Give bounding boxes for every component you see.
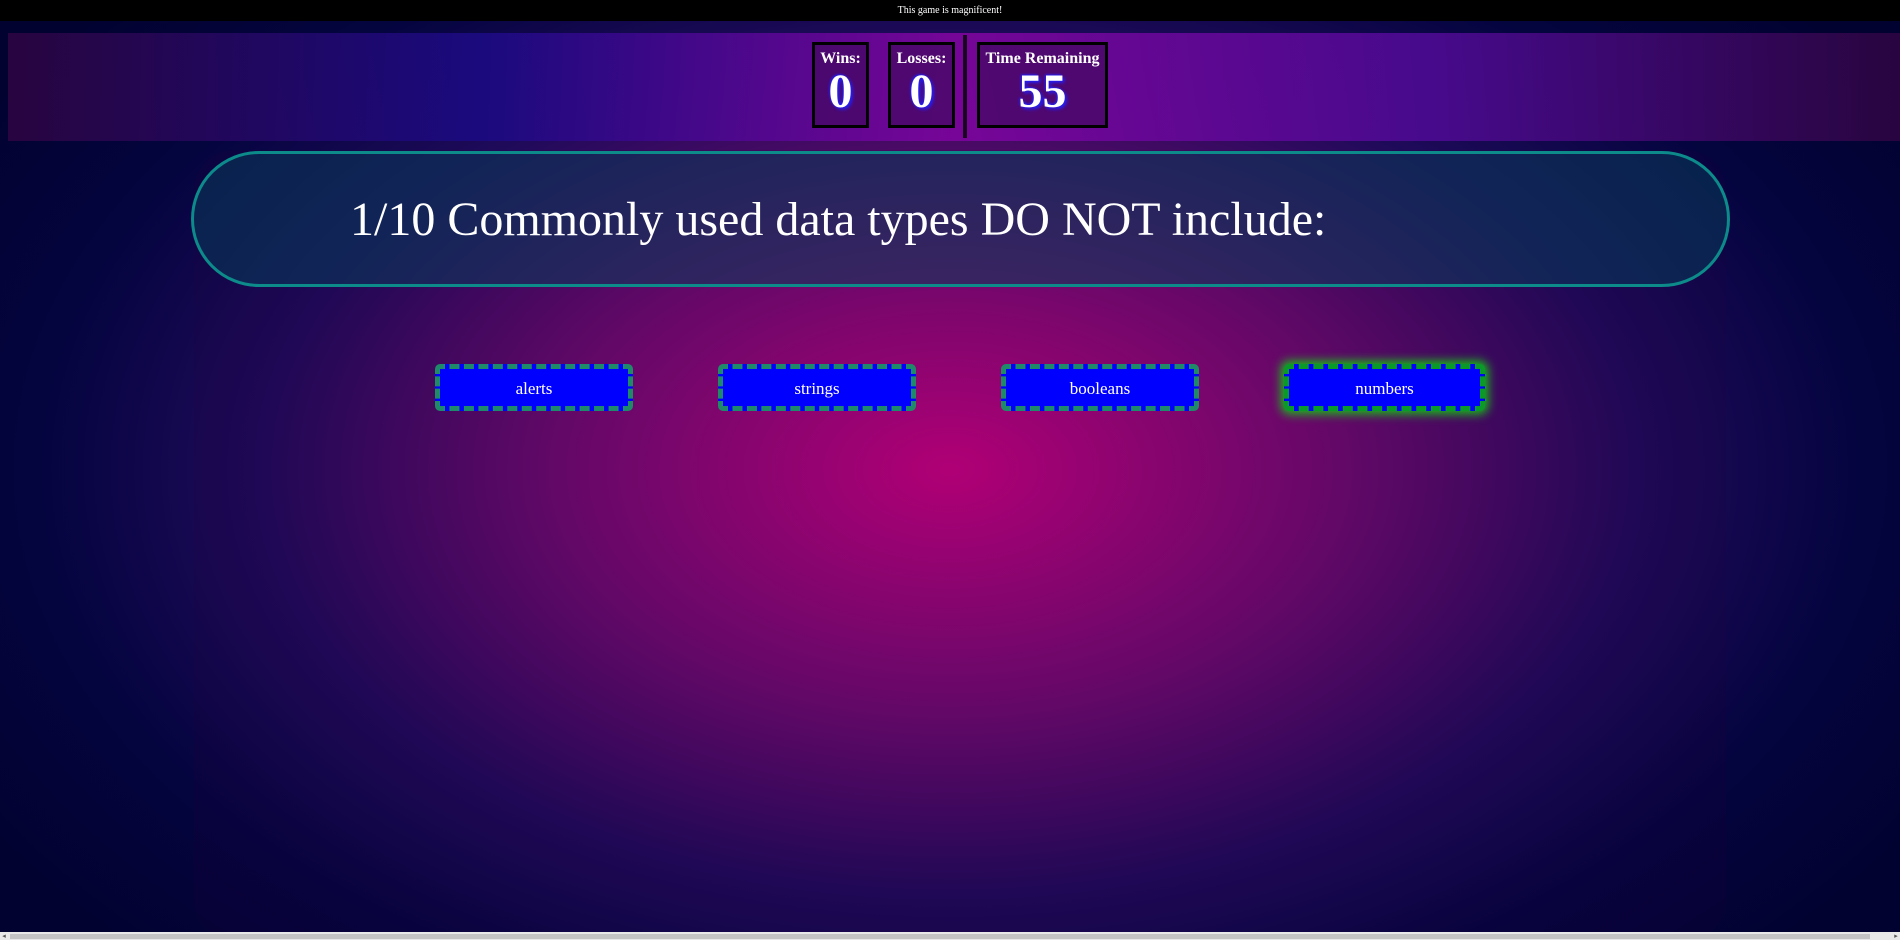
scroll-right-arrow-icon[interactable]: ▸	[1892, 932, 1900, 940]
losses-value: 0	[909, 65, 934, 118]
time-box: Time Remaining 55	[977, 42, 1108, 128]
scrollbar-thumb[interactable]	[10, 934, 1870, 939]
answer-button-strings[interactable]: strings	[718, 364, 916, 411]
score-divider	[963, 35, 967, 138]
scroll-left-arrow-icon[interactable]: ◂	[0, 932, 8, 940]
losses-box: Losses: 0	[888, 42, 955, 128]
time-value: 55	[1018, 65, 1067, 118]
banner-text: This game is magnificent!	[897, 5, 1003, 16]
answer-button-alerts[interactable]: alerts	[435, 364, 633, 411]
answer-button-booleans[interactable]: booleans	[1001, 364, 1199, 411]
question-text: 1/10 Commonly used data types DO NOT inc…	[350, 193, 1327, 246]
top-banner: This game is magnificent!	[0, 0, 1900, 21]
wins-value: 0	[828, 65, 853, 118]
wins-box: Wins: 0	[812, 42, 869, 128]
answer-button-numbers[interactable]: numbers	[1284, 364, 1485, 411]
